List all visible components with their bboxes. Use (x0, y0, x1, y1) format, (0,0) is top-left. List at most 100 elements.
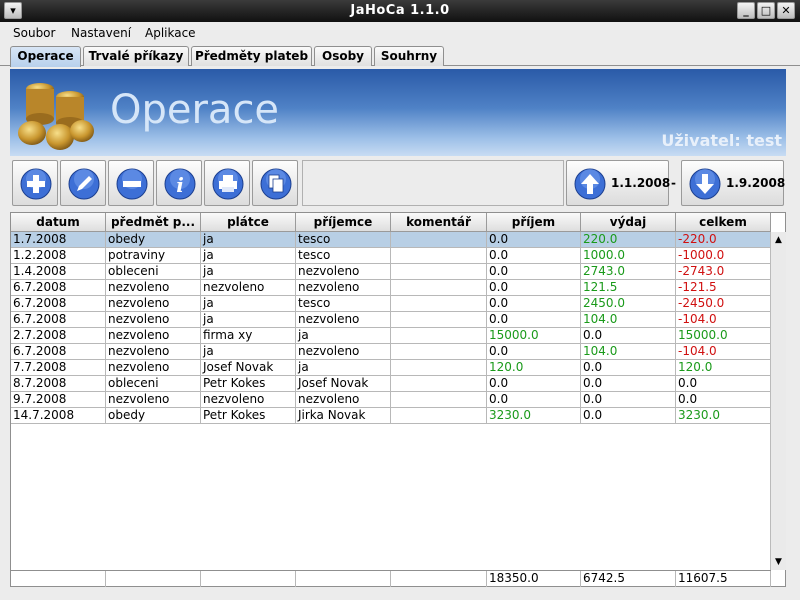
page-banner: Operace Uživatel: test (10, 69, 786, 156)
menu-soubor[interactable]: Soubor (13, 26, 55, 40)
copy-button[interactable] (252, 160, 298, 206)
minus-icon (116, 168, 148, 200)
cell-payee: ja (296, 360, 391, 376)
maximize-button[interactable]: □ (757, 2, 775, 19)
cell-total: -2450.0 (676, 296, 771, 312)
table-row[interactable]: 8.7.2008 obleceni Petr Kokes Josef Novak 0.0… (11, 376, 771, 392)
table-row[interactable]: 9.7.2008 nezvoleno nezvoleno nezvoleno 0.0 0.… (11, 392, 771, 408)
table-row[interactable]: 6.7.2008 nezvoleno ja nezvoleno 0.0 104.0 -104… (11, 344, 771, 360)
arrow-down-icon (689, 168, 721, 200)
cell-payer: Petr Kokes (201, 408, 296, 424)
cell-date: 1.4.2008 (11, 264, 106, 280)
cell-expense: 0.0 (581, 376, 676, 392)
cell-date: 6.7.2008 (11, 280, 106, 296)
table-row[interactable]: 1.7.2008 obedy ja tesco 0.0 220.0 -220.0 (11, 232, 771, 248)
cell-income: 0.0 (487, 264, 581, 280)
column-header-subject[interactable]: předmět p... (106, 213, 201, 232)
cell-expense: 2450.0 (581, 296, 676, 312)
cell-comment (391, 392, 487, 408)
column-header-comment[interactable]: komentář (391, 213, 487, 232)
menu-aplikace[interactable]: Aplikace (145, 26, 196, 40)
total-income: 18350.0 (487, 571, 581, 587)
table-row[interactable]: 7.7.2008 nezvoleno Josef Novak ja 120.0 0.0 12… (11, 360, 771, 376)
printer-icon (212, 168, 244, 200)
total-date (11, 571, 106, 587)
column-header-expense[interactable]: výdaj (581, 213, 676, 232)
maximize-icon: □ (760, 4, 772, 17)
cell-total: 0.0 (676, 392, 771, 408)
cell-payee: nezvoleno (296, 392, 391, 408)
date-from-button[interactable]: 1.1.2008 (566, 160, 670, 206)
minimize-button[interactable]: _ (737, 2, 755, 19)
cell-expense: 0.0 (581, 408, 676, 424)
cell-date: 7.7.2008 (11, 360, 106, 376)
cell-expense: 220.0 (581, 232, 676, 248)
window-title: JaHoCa 1.1.0 (350, 3, 450, 18)
cell-comment (391, 296, 487, 312)
cell-comment (391, 312, 487, 328)
cell-date: 14.7.2008 (11, 408, 106, 424)
tab-souhrny[interactable]: Souhrny (374, 46, 444, 66)
table-row[interactable]: 14.7.2008 obedy Petr Kokes Jirka Novak 3230.… (11, 408, 771, 424)
info-button[interactable]: i (156, 160, 202, 206)
table-row[interactable]: 1.2.2008 potraviny ja tesco 0.0 1000.0 -1000.0 (11, 248, 771, 264)
cell-income: 120.0 (487, 360, 581, 376)
cell-payer: ja (201, 264, 296, 280)
tab-operace[interactable]: Operace (10, 46, 81, 67)
cell-comment (391, 376, 487, 392)
date-separator: - (671, 176, 676, 190)
cell-income: 0.0 (487, 312, 581, 328)
remove-button[interactable] (108, 160, 154, 206)
cell-payee: ja (296, 328, 391, 344)
scroll-down-icon[interactable]: ▼ (771, 554, 786, 570)
plus-icon (20, 168, 52, 200)
cell-total: -2743.0 (676, 264, 771, 280)
column-header-income[interactable]: příjem (487, 213, 581, 232)
table-totals: 18350.0 6742.5 11607.5 (11, 570, 771, 587)
table-row[interactable]: 6.7.2008 nezvoleno ja nezvoleno 0.0 104.0 -104… (11, 312, 771, 328)
cell-date: 8.7.2008 (11, 376, 106, 392)
column-header-payer[interactable]: plátce (201, 213, 296, 232)
cell-comment (391, 280, 487, 296)
tab-osoby[interactable]: Osoby (314, 46, 372, 66)
add-button[interactable] (12, 160, 58, 206)
table-row[interactable]: 1.4.2008 obleceni ja nezvoleno 0.0 2743.0 -274… (11, 264, 771, 280)
scroll-up-icon[interactable]: ▲ (771, 232, 786, 248)
table-row[interactable]: 2.7.2008 nezvoleno firma xy ja 15000.0 0.0 150… (11, 328, 771, 344)
cell-expense: 0.0 (581, 392, 676, 408)
cell-total: -104.0 (676, 344, 771, 360)
table-body: 1.7.2008 obedy ja tesco 0.0 220.0 -220.0 1.2.20… (11, 232, 771, 424)
cell-income: 3230.0 (487, 408, 581, 424)
cell-subject: nezvoleno (106, 392, 201, 408)
cell-income: 0.0 (487, 392, 581, 408)
print-button[interactable] (204, 160, 250, 206)
tab-predmety-plateb[interactable]: Předměty plateb (191, 46, 312, 66)
column-header-payee[interactable]: příjemce (296, 213, 391, 232)
tab-trvale-prikazy[interactable]: Trvalé příkazy (83, 46, 189, 66)
menu-nastaveni[interactable]: Nastavení (71, 26, 131, 40)
date-to-button[interactable]: 1.9.2008 (681, 160, 785, 206)
cell-expense: 0.0 (581, 360, 676, 376)
close-button[interactable]: ✕ (777, 2, 795, 19)
cell-income: 0.0 (487, 344, 581, 360)
cell-payee: nezvoleno (296, 312, 391, 328)
table-row[interactable]: 6.7.2008 nezvoleno ja tesco 0.0 2450.0 -2450.0 (11, 296, 771, 312)
cell-subject: nezvoleno (106, 296, 201, 312)
cell-subject: potraviny (106, 248, 201, 264)
cell-payer: firma xy (201, 328, 296, 344)
cell-income: 0.0 (487, 296, 581, 312)
column-header-total[interactable]: celkem (676, 213, 771, 232)
cell-payer: ja (201, 312, 296, 328)
cell-payer: Josef Novak (201, 360, 296, 376)
edit-button[interactable] (60, 160, 106, 206)
column-header-date[interactable]: datum (11, 213, 106, 232)
cell-payee: nezvoleno (296, 280, 391, 296)
total-payer (201, 571, 296, 587)
cell-subject: obedy (106, 408, 201, 424)
cell-total: -220.0 (676, 232, 771, 248)
table-row[interactable]: 6.7.2008 nezvoleno nezvoleno nezvoleno 0.0 12… (11, 280, 771, 296)
cell-payee: nezvoleno (296, 344, 391, 360)
cell-date: 9.7.2008 (11, 392, 106, 408)
vertical-scrollbar[interactable]: ▲ ▼ (770, 232, 786, 570)
cell-total: 3230.0 (676, 408, 771, 424)
